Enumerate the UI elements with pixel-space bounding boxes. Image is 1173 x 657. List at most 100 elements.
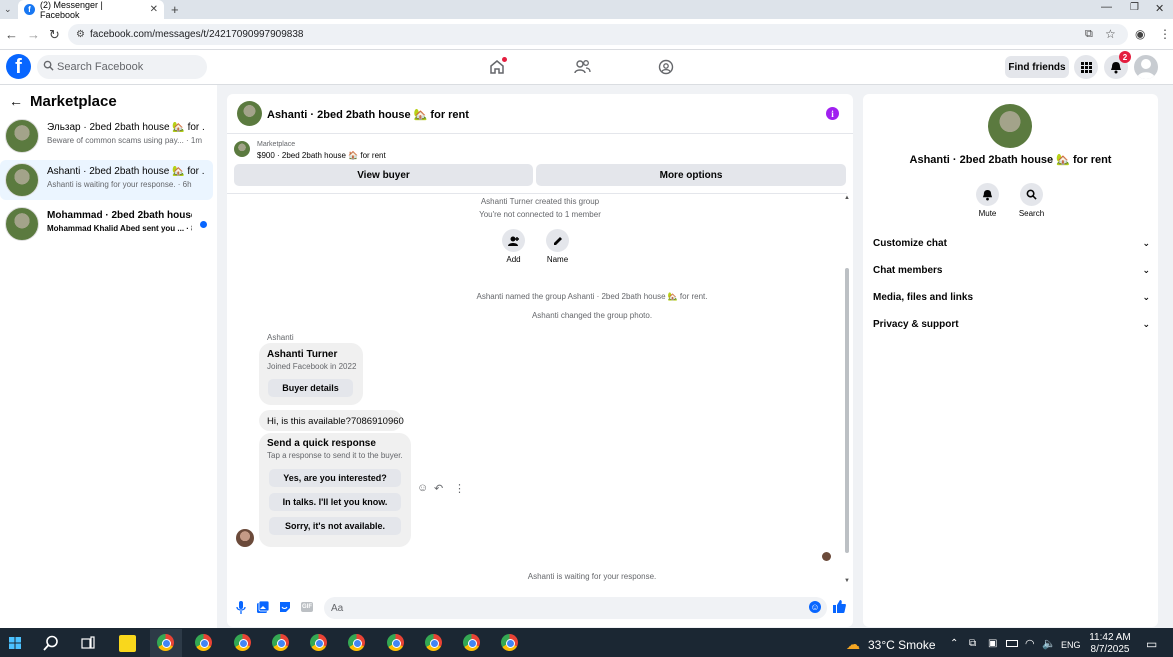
facebook-logo-icon[interactable]: f <box>6 54 31 79</box>
chat-title[interactable]: Ashanti · 2bed 2bath house 🏡 for rent <box>267 108 469 121</box>
clock[interactable]: 11:42 AM 8/7/2025 <box>1084 632 1136 656</box>
task-view-icon[interactable] <box>81 636 95 650</box>
taskbar-search-icon[interactable] <box>43 635 59 651</box>
conversation-title: Mohammad · 2bed 2bath house ... <box>47 210 192 221</box>
scroll-down-arrow[interactable]: ▼ <box>844 578 850 584</box>
chrome-icon[interactable] <box>387 634 404 651</box>
buyer-details-button[interactable]: Buyer details <box>268 379 353 397</box>
microphone-icon[interactable] <box>236 601 246 614</box>
chat-members-section[interactable]: Chat members ⌄ <box>873 260 1150 280</box>
profile-icon[interactable]: ◉ <box>1135 27 1145 41</box>
thumbs-up-icon[interactable] <box>833 600 846 613</box>
grid-icon <box>1080 61 1092 73</box>
reply-icon[interactable]: ↶ <box>434 482 443 495</box>
bookmark-star-icon[interactable]: ☆ <box>1105 27 1116 41</box>
emoji-icon[interactable]: ☺ <box>809 601 821 613</box>
more-options-button[interactable]: More options <box>536 164 846 186</box>
listing-price[interactable]: $900 · 2bed 2bath house 🏠 for rent <box>257 151 386 160</box>
gif-icon[interactable]: GIF <box>301 602 313 612</box>
more-actions-icon[interactable]: ⋮ <box>454 482 465 495</box>
sticky-notes-icon[interactable] <box>119 635 136 652</box>
tray-display-icon[interactable]: ▣ <box>988 638 997 649</box>
listing-thumbnail[interactable] <box>234 141 250 157</box>
tray-app-icon[interactable]: ⧉ <box>969 638 976 649</box>
chrome-icon[interactable] <box>348 634 365 651</box>
media-files-links-section[interactable]: Media, files and links ⌄ <box>873 287 1150 307</box>
reload-button[interactable]: ↻ <box>49 27 60 43</box>
tab-list-icon[interactable]: ⌄ <box>4 4 12 15</box>
window-close-button[interactable]: ✕ <box>1155 2 1164 15</box>
customize-chat-section[interactable]: Customize chat ⌄ <box>873 233 1150 253</box>
show-hidden-icons-icon[interactable]: ⌃ <box>950 638 958 649</box>
chrome-icon[interactable] <box>272 634 289 651</box>
message-input[interactable]: Aa <box>324 597 827 619</box>
weather-text[interactable]: 33°C Smoke <box>868 638 936 652</box>
groups-icon[interactable] <box>658 59 674 75</box>
browser-tab[interactable]: f (2) Messenger | Facebook ✕ <box>18 0 164 20</box>
browser-menu-icon[interactable]: ⋮ <box>1159 27 1171 41</box>
forward-button[interactable]: → <box>27 27 40 42</box>
sender-avatar[interactable] <box>236 529 254 547</box>
conversation-title: Ashanti · 2bed 2bath house 🏡 for ... <box>47 166 205 177</box>
weather-icon[interactable]: ☁ <box>846 636 860 653</box>
conversation-item[interactable]: Mohammad · 2bed 2bath house ... Mohammad… <box>0 204 213 244</box>
address-bar[interactable]: facebook.com/messages/t/2421709099790983… <box>68 24 1128 45</box>
window-maximize-button[interactable]: ❐ <box>1130 2 1139 13</box>
search-chat-button[interactable] <box>1020 183 1043 206</box>
conversation-avatar <box>5 119 39 153</box>
tab-close-icon[interactable]: ✕ <box>150 4 158 15</box>
add-member-button[interactable] <box>502 229 525 252</box>
new-tab-button[interactable]: + <box>171 2 179 17</box>
buyer-details-label: Buyer details <box>282 383 339 393</box>
volume-icon[interactable]: 🔈 <box>1042 637 1056 650</box>
info-icon[interactable]: i <box>826 107 839 120</box>
chrome-icon[interactable] <box>501 634 518 651</box>
photo-icon[interactable] <box>257 601 269 613</box>
windows-start-icon[interactable] <box>9 637 21 649</box>
privacy-support-section[interactable]: Privacy & support ⌄ <box>873 314 1150 334</box>
section-label: Privacy & support <box>873 318 959 330</box>
quick-response-label: Sorry, it's not available. <box>284 521 385 531</box>
conversation-item[interactable]: Эльзар · 2bed 2bath house 🏡 for ... Bewa… <box>0 116 213 156</box>
chat-scrollbar[interactable] <box>845 268 849 553</box>
menu-grid-button[interactable] <box>1074 55 1098 79</box>
home-notification-dot <box>502 57 507 62</box>
chat-avatar[interactable] <box>237 101 262 126</box>
view-buyer-button[interactable]: View buyer <box>234 164 533 186</box>
site-info-icon[interactable]: ⚙ <box>76 29 85 40</box>
input-language[interactable]: ENG <box>1061 640 1081 650</box>
chrome-icon[interactable] <box>425 634 442 651</box>
friends-icon[interactable] <box>574 59 591 75</box>
name-group-button[interactable] <box>546 229 569 252</box>
chat-details-panel <box>863 94 1158 627</box>
section-label: Media, files and links <box>873 291 974 303</box>
mute-button[interactable] <box>976 183 999 206</box>
tab-title: (2) Messenger | Facebook <box>39 0 103 20</box>
quick-response-option[interactable]: In talks. I'll let you know. <box>269 493 401 511</box>
battery-icon[interactable] <box>1006 640 1018 647</box>
wifi-icon[interactable]: ◠ <box>1025 637 1035 650</box>
window-minimize-button[interactable]: — <box>1101 1 1112 13</box>
account-avatar[interactable] <box>1134 55 1158 79</box>
quick-response-subtitle: Tap a response to send it to the buyer. <box>267 451 403 460</box>
facebook-search-input[interactable]: Search Facebook <box>37 55 207 79</box>
back-arrow-icon[interactable]: ← <box>9 93 23 109</box>
install-app-icon[interactable]: ⧉ <box>1085 28 1093 41</box>
group-avatar[interactable] <box>988 104 1032 148</box>
chrome-icon[interactable] <box>234 634 251 651</box>
notification-center-icon[interactable]: ▭ <box>1146 637 1157 651</box>
notification-badge: 2 <box>1119 51 1131 63</box>
chrome-icon[interactable] <box>310 634 327 651</box>
quick-response-option[interactable]: Sorry, it's not available. <box>269 517 401 535</box>
back-button[interactable]: ← <box>5 27 18 42</box>
sticker-icon[interactable] <box>279 601 291 613</box>
chrome-icon[interactable] <box>195 634 212 651</box>
chrome-icon[interactable] <box>157 634 174 651</box>
conversation-item-selected[interactable]: Ashanti · 2bed 2bath house 🏡 for ... Ash… <box>0 160 213 200</box>
sender-name: Ashanti <box>267 333 294 342</box>
quick-response-option[interactable]: Yes, are you interested? <box>269 469 401 487</box>
react-icon[interactable]: ☺ <box>417 482 428 494</box>
scroll-up-arrow[interactable]: ▲ <box>844 195 850 201</box>
find-friends-button[interactable]: Find friends <box>1005 56 1069 78</box>
chrome-icon[interactable] <box>463 634 480 651</box>
